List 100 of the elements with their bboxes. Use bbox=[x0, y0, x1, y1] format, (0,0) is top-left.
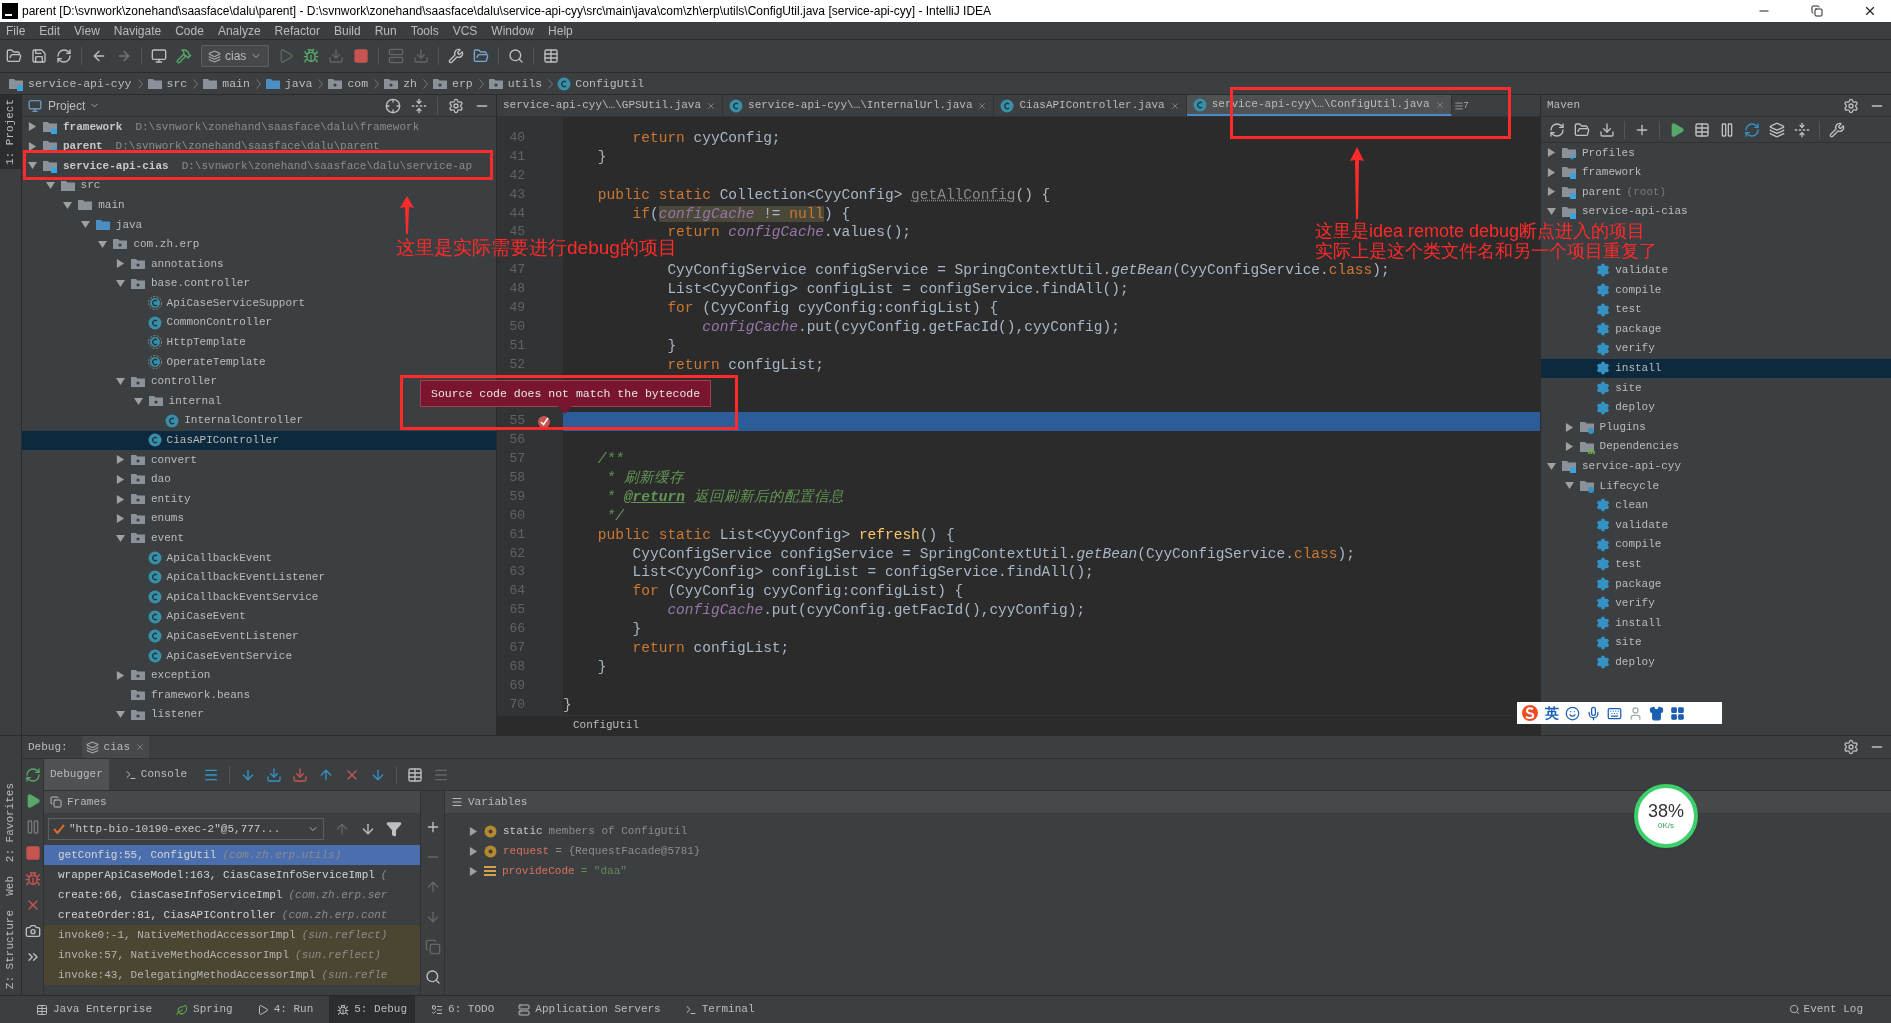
breadcrumb-item[interactable]: service-api-cyy bbox=[28, 74, 132, 93]
tree-item[interactable]: service-api-cias bbox=[1541, 201, 1692, 222]
tree-item[interactable]: Lifecycle bbox=[1541, 476, 1663, 496]
expanded-arrow-icon[interactable] bbox=[116, 377, 125, 386]
tree-item[interactable]: main bbox=[22, 195, 129, 215]
tree-item[interactable]: verify bbox=[1541, 593, 1659, 614]
tree-item[interactable]: test bbox=[1541, 554, 1646, 575]
stop-icon[interactable] bbox=[24, 845, 41, 861]
stack-frame[interactable]: invoke0:-1, NativeMethodAccessorImpl (sun.reflect) bbox=[44, 925, 420, 945]
run-icon[interactable] bbox=[1669, 121, 1685, 138]
breadcrumb-item[interactable]: utils bbox=[507, 74, 543, 93]
tree-item[interactable]: CommonController bbox=[22, 312, 277, 333]
back-icon[interactable] bbox=[91, 48, 107, 64]
collapsed-arrow-icon[interactable] bbox=[116, 455, 125, 465]
menu-item[interactable]: View bbox=[74, 21, 100, 40]
input-mode[interactable]: 英 bbox=[1545, 702, 1559, 724]
collapse-all-icon[interactable] bbox=[1794, 121, 1810, 138]
tree-item[interactable]: convert bbox=[22, 450, 202, 470]
menu-item[interactable]: Refactor bbox=[274, 21, 320, 40]
tool-window-button[interactable]: Terminal bbox=[676, 996, 763, 1023]
tree-item[interactable]: entity bbox=[22, 489, 195, 509]
stack-frame[interactable]: create:66, CiasCaseInfoServiceImpl (com.zh.erp.ser bbox=[44, 885, 420, 905]
expanded-arrow-icon[interactable] bbox=[116, 279, 125, 289]
collapsed-arrow-icon[interactable] bbox=[116, 259, 125, 269]
collapsed-arrow-icon[interactable] bbox=[1564, 442, 1574, 452]
debug-tab[interactable]: Debugger bbox=[44, 759, 109, 790]
tree-item[interactable]: ApiCallbackEvent bbox=[22, 548, 277, 568]
menu-item[interactable]: Code bbox=[175, 21, 204, 40]
tree-item[interactable]: package bbox=[1541, 574, 1666, 594]
tree-item[interactable]: install bbox=[1541, 358, 1891, 379]
breadcrumb-item[interactable]: src bbox=[166, 74, 188, 93]
tree-item[interactable]: compile bbox=[1541, 280, 1666, 300]
rerun-icon[interactable] bbox=[24, 767, 41, 783]
expanded-arrow-icon[interactable] bbox=[1547, 461, 1556, 471]
breakpoint-icon[interactable] bbox=[537, 414, 551, 429]
collapse-all-icon[interactable] bbox=[411, 97, 427, 114]
breadcrumb-item[interactable]: java bbox=[284, 74, 313, 93]
tree-item[interactable]: HttpTemplate bbox=[22, 332, 250, 353]
wrench-icon[interactable] bbox=[448, 48, 465, 64]
settings-icon[interactable] bbox=[448, 97, 464, 114]
tree-item[interactable]: framework bbox=[1541, 162, 1646, 183]
variable-row[interactable]: provideCode = "daa" bbox=[445, 861, 631, 881]
expanded-arrow-icon[interactable] bbox=[80, 220, 90, 230]
menu-item[interactable]: Run bbox=[374, 21, 397, 40]
tool-window-button[interactable]: Java Enterprise bbox=[28, 996, 161, 1023]
stack-frame[interactable]: getConfig:55, ConfigUtil (com.zh.erp.utils) bbox=[44, 845, 420, 865]
expanded-arrow-icon[interactable] bbox=[116, 533, 125, 543]
forward-icon[interactable] bbox=[116, 48, 132, 64]
expanded-arrow-icon[interactable] bbox=[45, 181, 55, 191]
collapsed-arrow-icon[interactable] bbox=[116, 475, 125, 484]
tree-item[interactable]: framework D:\svnwork\zonehand\saasface\dalu\framework bbox=[22, 117, 424, 137]
locate-icon[interactable] bbox=[385, 97, 401, 114]
side-tab[interactable]: 2: Favorites bbox=[2, 782, 19, 862]
tree-item[interactable]: ApiCallbackEventListener bbox=[22, 567, 330, 588]
tool-window-button[interactable]: Application Servers bbox=[510, 996, 669, 1023]
tree-item[interactable]: OperateTemplate bbox=[22, 352, 270, 372]
variable-row[interactable]: request = {RequestFacade@5781} bbox=[445, 841, 705, 861]
collapsed-arrow-icon[interactable] bbox=[1547, 148, 1556, 158]
editor-tab[interactable]: service-api-cyy\…\GPSUtil.java bbox=[497, 95, 724, 116]
variable-row[interactable]: static members of ConfigUtil bbox=[445, 821, 692, 841]
tree-item[interactable]: annotations bbox=[22, 254, 228, 274]
expanded-arrow-icon[interactable] bbox=[116, 710, 125, 720]
tab-list-button[interactable]: 7 bbox=[1451, 95, 1471, 116]
tree-item[interactable]: java bbox=[22, 214, 147, 235]
next-frame-icon[interactable] bbox=[360, 821, 376, 837]
stop-icon[interactable] bbox=[353, 48, 370, 64]
wrench-icon[interactable] bbox=[1829, 121, 1845, 138]
tree-item[interactable]: ApiCaseEventService bbox=[22, 646, 296, 666]
editor-tab[interactable]: CiasAPIController.java bbox=[994, 95, 1187, 116]
save-icon[interactable] bbox=[31, 48, 47, 64]
tool-window-button[interactable]: 6: TODO bbox=[423, 996, 503, 1023]
expanded-arrow-icon[interactable] bbox=[1564, 481, 1574, 491]
stack-frame[interactable]: wrapperApiCaseModel:163, CiasCaseInfoServiceImpl ( bbox=[44, 865, 420, 885]
tree-item[interactable]: verify bbox=[1541, 338, 1659, 359]
event-log-button[interactable]: Event Log bbox=[1788, 1001, 1863, 1018]
sync-icon[interactable] bbox=[56, 48, 72, 64]
tree-item[interactable]: test bbox=[1541, 299, 1646, 320]
tool-window-button[interactable]: 5: Debug bbox=[329, 996, 416, 1023]
settings-icon[interactable] bbox=[1843, 739, 1859, 755]
collapsed-arrow-icon[interactable] bbox=[28, 122, 37, 132]
tree-item[interactable]: parent D:\svnwork\zonehand\saasface\dalu\parent bbox=[22, 136, 384, 157]
tree-item[interactable]: package bbox=[1541, 319, 1666, 339]
side-tab[interactable]: Web bbox=[2, 875, 19, 896]
debug-icon[interactable] bbox=[303, 48, 320, 64]
tree-item[interactable]: service-api-cias D:\svnwork\zonehand\saasface\dalu\service-ap bbox=[22, 156, 477, 176]
breadcrumb-item[interactable]: com bbox=[347, 74, 369, 93]
tree-item[interactable]: Dependencies bbox=[1541, 436, 1683, 457]
tree-item[interactable]: ApiCaseEventListener bbox=[22, 626, 303, 647]
tree-item[interactable]: service-api-cyy bbox=[1541, 456, 1686, 477]
session-tab[interactable]: cias bbox=[81, 736, 149, 758]
tree-item[interactable]: framework.beans bbox=[22, 685, 255, 705]
menu-item[interactable]: Window bbox=[491, 21, 535, 40]
tree-item[interactable]: com.zh.erp bbox=[22, 234, 204, 255]
menu-item[interactable]: VCS bbox=[452, 21, 478, 40]
menu-item[interactable]: Analyze bbox=[217, 21, 261, 40]
tool-window-button[interactable]: Spring bbox=[168, 996, 241, 1023]
search-icon[interactable] bbox=[508, 48, 525, 64]
microphone-icon[interactable] bbox=[1586, 705, 1601, 721]
tool-window-button[interactable]: 4: Run bbox=[248, 996, 322, 1023]
tree-item[interactable]: src bbox=[22, 175, 105, 196]
